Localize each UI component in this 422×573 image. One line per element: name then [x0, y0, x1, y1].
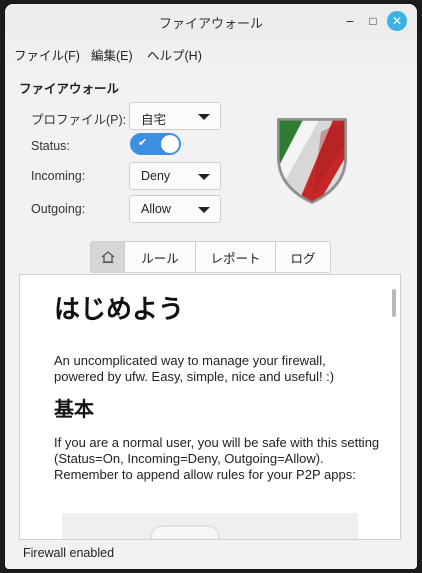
menu-help[interactable]: ヘルプ(H) — [147, 45, 202, 64]
doc-heading: はじめよう — [54, 294, 185, 324]
profile-combo[interactable]: 自宅 — [129, 102, 221, 130]
tab-rules[interactable]: ルール — [125, 241, 196, 273]
tab-report[interactable]: レポート — [196, 241, 276, 273]
firewall-section-title: ファイアウォール — [19, 82, 120, 96]
titlebar: ファイアウォール − □ ✕ — [5, 4, 417, 39]
tab-bar: ルール レポート ログ — [90, 241, 331, 273]
outgoing-value: Allow — [141, 202, 171, 216]
incoming-combo[interactable]: Deny — [129, 162, 221, 190]
check-icon: ✔ — [138, 136, 148, 149]
maximize-button[interactable]: □ — [363, 11, 383, 31]
home-icon — [101, 251, 114, 263]
menu-file[interactable]: ファイル(F) — [14, 45, 80, 64]
menu-edit[interactable]: 編集(E) — [91, 45, 133, 64]
menubar: ファイル(F) 編集(E) ヘルプ(H) — [5, 38, 417, 66]
close-button[interactable]: ✕ — [387, 11, 407, 31]
chevron-down-icon — [198, 174, 210, 180]
thumbnail-decoration — [150, 525, 220, 539]
profile-value: 自宅 — [141, 113, 167, 127]
doc-scrollbar[interactable] — [392, 289, 396, 317]
doc-intro: An uncomplicated way to manage your fire… — [54, 353, 335, 384]
shield-icon — [273, 114, 351, 204]
chevron-down-icon — [198, 114, 210, 120]
chevron-down-icon — [198, 207, 210, 213]
doc-basic-text: If you are a normal user, you will be sa… — [54, 435, 380, 482]
outgoing-label: Outgoing: — [31, 202, 86, 216]
app-window: ファイアウォール − □ ✕ ファイル(F) 編集(E) ヘルプ(H) ファイア… — [5, 4, 417, 569]
status-label: Status: — [31, 139, 70, 153]
profile-label: プロファイル(P): — [31, 113, 127, 127]
main-content: ファイアウォール プロファイル(P): 自宅 Status: ✔ Incomin… — [5, 66, 417, 569]
minimize-button[interactable]: − — [340, 11, 360, 31]
tab-home[interactable] — [90, 241, 125, 273]
toggle-knob — [161, 135, 179, 153]
outgoing-combo[interactable]: Allow — [129, 195, 221, 223]
tab-log[interactable]: ログ — [276, 241, 331, 273]
status-bar-text: Firewall enabled — [23, 546, 115, 560]
status-toggle[interactable]: ✔ — [130, 133, 181, 155]
incoming-label: Incoming: — [31, 169, 86, 183]
incoming-value: Deny — [141, 169, 171, 183]
doc-basic-heading: 基本 — [54, 399, 94, 421]
help-document[interactable]: はじめよう An uncomplicated way to manage you… — [19, 274, 401, 540]
screenshot-thumbnail — [62, 513, 358, 539]
